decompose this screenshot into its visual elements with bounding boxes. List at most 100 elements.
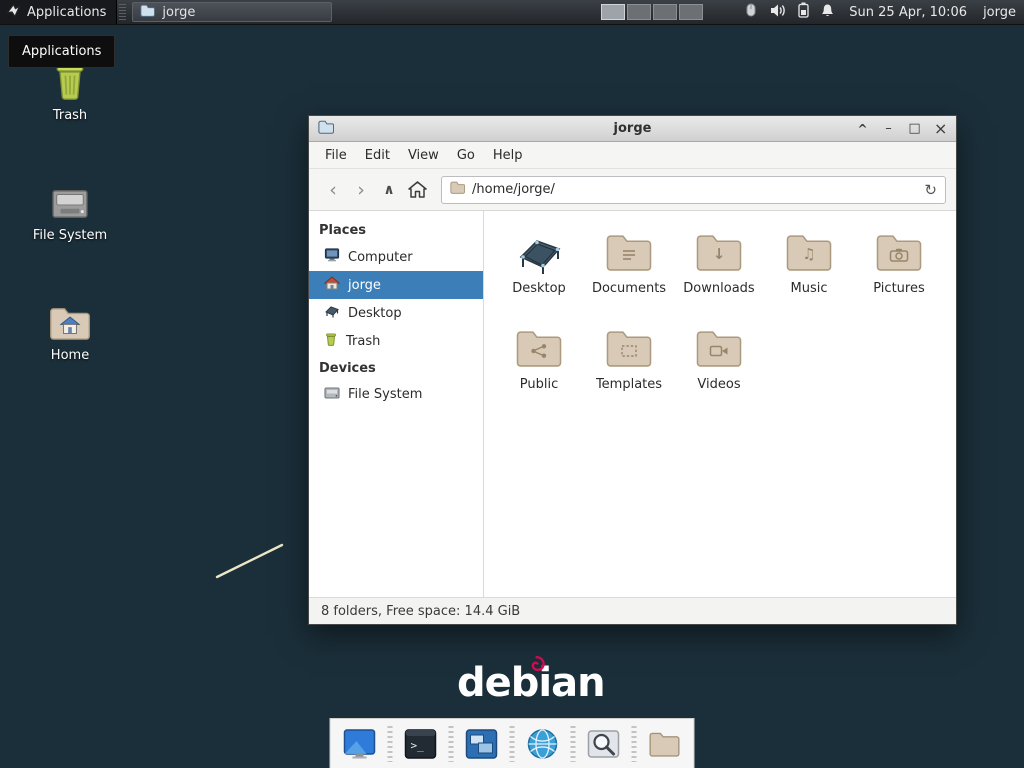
taskbar-window-icon — [140, 4, 155, 21]
file-grid: Desktop Documents ↓ Downloads — [484, 211, 956, 597]
folder-icon — [511, 321, 567, 375]
workspace-2[interactable] — [627, 4, 651, 20]
drive-icon — [10, 176, 130, 222]
terminal-launcher[interactable]: >_ — [402, 725, 440, 763]
close-button[interactable]: × — [934, 119, 947, 138]
sidebar-item-computer[interactable]: Computer — [309, 243, 483, 271]
menu-file[interactable]: File — [316, 144, 356, 167]
web-browser-launcher[interactable] — [524, 725, 562, 763]
reload-button[interactable]: ↻ — [924, 181, 937, 199]
share-emblem — [531, 343, 548, 358]
panel-user-menu[interactable]: jorge — [983, 5, 1016, 20]
up-button[interactable]: ∧ — [375, 176, 403, 204]
download-arrow-emblem: ↓ — [691, 245, 747, 263]
desktop-settings-launcher[interactable] — [341, 725, 379, 763]
home-icon — [324, 276, 340, 294]
sidebar-item-label: File System — [348, 387, 422, 402]
dock-separator[interactable] — [571, 726, 576, 762]
desktop-icon-label: Home — [10, 348, 130, 363]
file-item-desktop[interactable]: Desktop — [494, 225, 584, 321]
folder-icon — [871, 225, 927, 279]
desktop-icon-home[interactable]: Home — [10, 296, 130, 363]
file-label: Videos — [697, 377, 740, 392]
forward-button[interactable]: › — [347, 176, 375, 204]
sidebar-devices-header: Devices — [309, 355, 483, 381]
sidebar: Places Computer jorge Desktop — [309, 211, 484, 597]
path-bar[interactable]: /home/jorge/ ↻ — [441, 176, 946, 204]
workspace-4[interactable] — [679, 4, 703, 20]
folder-icon: ♫ — [781, 225, 837, 279]
home-button[interactable] — [403, 176, 431, 204]
back-button[interactable]: ‹ — [319, 176, 347, 204]
template-emblem — [621, 344, 638, 357]
drive-icon — [324, 386, 340, 403]
file-label: Public — [520, 377, 558, 392]
taskbar-window-label: jorge — [162, 5, 195, 20]
path-text: /home/jorge/ — [472, 182, 555, 197]
file-item-music[interactable]: ♫ Music — [764, 225, 854, 321]
file-item-pictures[interactable]: Pictures — [854, 225, 944, 321]
panel-handle[interactable] — [119, 4, 126, 21]
menu-go[interactable]: Go — [448, 144, 484, 167]
maximize-button[interactable]: □ — [908, 121, 921, 136]
file-label: Downloads — [683, 281, 754, 296]
top-panel: Applications jorge — [0, 0, 1024, 25]
taskbar-window-button[interactable]: jorge — [132, 2, 332, 22]
trash-icon — [324, 332, 338, 350]
applications-tooltip: Applications — [8, 35, 115, 68]
dock-separator[interactable] — [449, 726, 454, 762]
notifications-icon[interactable] — [820, 3, 835, 22]
file-label: Documents — [592, 281, 666, 296]
mouse-icon[interactable] — [743, 2, 759, 22]
desktop-icon-file-system[interactable]: File System — [10, 176, 130, 243]
menu-edit[interactable]: Edit — [356, 144, 399, 167]
sidebar-item-label: Computer — [348, 250, 413, 265]
workspace-1[interactable] — [601, 4, 625, 20]
sidebar-item-desktop[interactable]: Desktop — [309, 299, 483, 327]
applications-menu-label: Applications — [27, 5, 106, 20]
svg-text:>_: >_ — [411, 739, 425, 752]
workspace-3[interactable] — [653, 4, 677, 20]
system-tray — [743, 2, 835, 22]
sidebar-item-label: Desktop — [348, 306, 402, 321]
menu-help[interactable]: Help — [484, 144, 532, 167]
window-body: Places Computer jorge Desktop — [309, 211, 956, 597]
sidebar-item-trash[interactable]: Trash — [309, 327, 483, 355]
video-camera-emblem — [710, 344, 729, 357]
battery-icon[interactable] — [798, 2, 809, 22]
sidebar-item-jorge[interactable]: jorge — [309, 271, 483, 299]
file-manager-launcher[interactable] — [646, 725, 684, 763]
dock-separator[interactable] — [388, 726, 393, 762]
sidebar-item-file-system[interactable]: File System — [309, 381, 483, 408]
file-item-public[interactable]: Public — [494, 321, 584, 417]
titlebar[interactable]: jorge ^ – □ × — [309, 116, 956, 142]
window-controls: ^ – □ × — [856, 119, 947, 138]
file-label: Music — [791, 281, 828, 296]
file-item-downloads[interactable]: ↓ Downloads — [674, 225, 764, 321]
window-icon — [318, 120, 334, 138]
menu-view[interactable]: View — [399, 144, 448, 167]
folder-icon — [601, 321, 657, 375]
folder-icon: ↓ — [691, 225, 747, 279]
workspaces-launcher[interactable] — [463, 725, 501, 763]
file-item-documents[interactable]: Documents — [584, 225, 674, 321]
file-item-videos[interactable]: Videos — [674, 321, 764, 417]
applications-menu-button[interactable]: Applications — [0, 0, 117, 24]
music-note-emblem: ♫ — [781, 245, 837, 263]
statusbar: 8 folders, Free space: 14.4 GiB — [309, 597, 956, 624]
app-finder-launcher[interactable] — [585, 725, 623, 763]
debian-swirl-icon — [528, 656, 545, 673]
volume-icon[interactable] — [770, 3, 787, 22]
dock-separator[interactable] — [632, 726, 637, 762]
file-label: Desktop — [512, 281, 566, 296]
applications-menu-icon — [6, 3, 21, 22]
desktop-icon — [324, 304, 340, 322]
shade-button[interactable]: ^ — [856, 122, 869, 136]
debian-wallpaper-logo: debian — [457, 660, 605, 706]
desktop-icon — [511, 225, 567, 279]
dock-separator[interactable] — [510, 726, 515, 762]
file-label: Pictures — [873, 281, 924, 296]
file-item-templates[interactable]: Templates — [584, 321, 674, 417]
panel-clock[interactable]: Sun 25 Apr, 10:06 — [849, 5, 967, 20]
minimize-button[interactable]: – — [882, 121, 895, 136]
